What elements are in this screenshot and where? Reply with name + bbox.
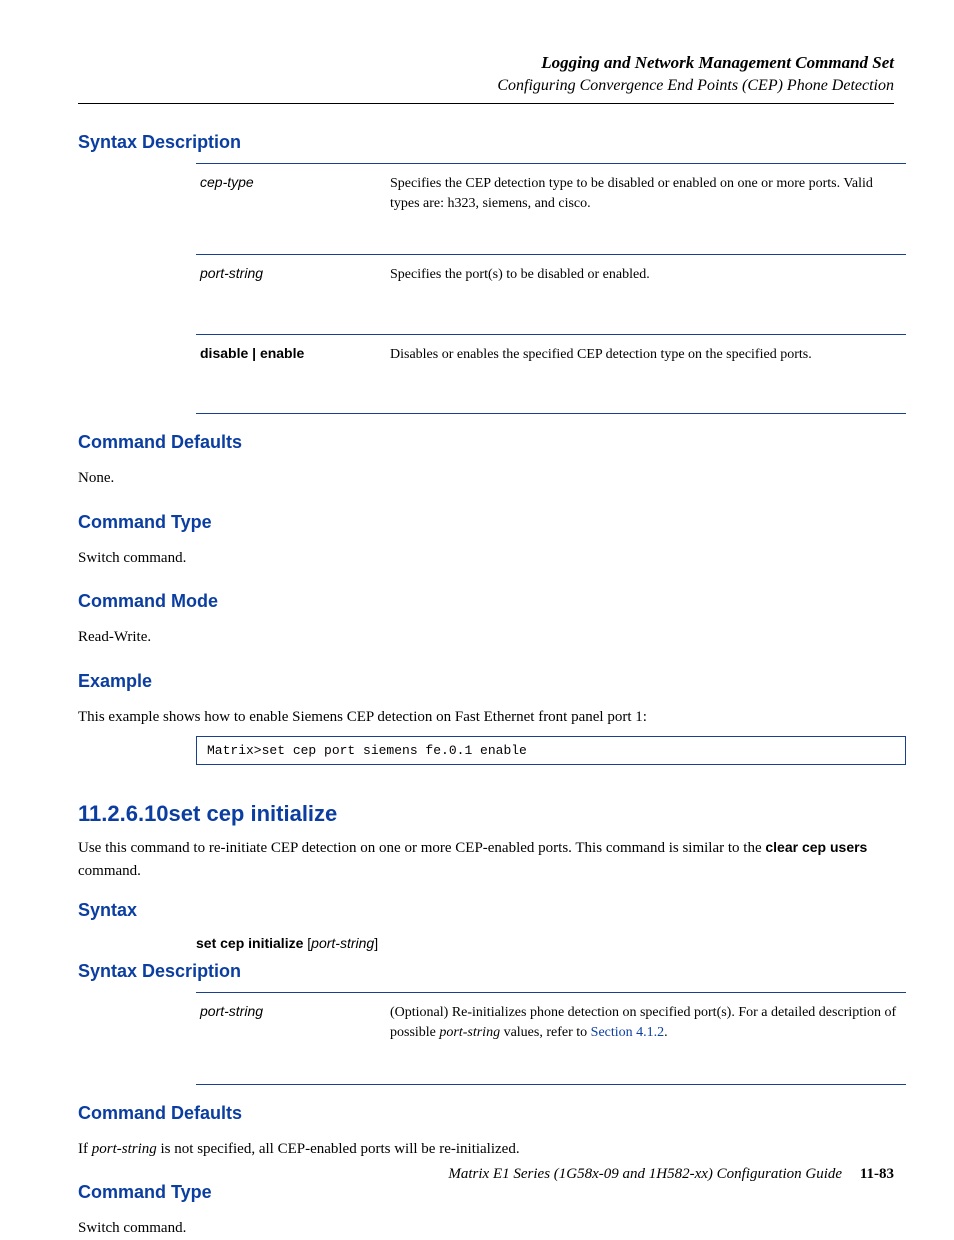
running-header: Logging and Network Management Command S…: [78, 52, 894, 97]
param-cell: disable | enable: [200, 345, 390, 373]
desc-cell: (Optional) Re-initializes phone detectio…: [390, 1003, 902, 1044]
header-rule: [78, 103, 894, 104]
command-type-title: Command Type: [78, 512, 894, 533]
page-number: 11-83: [860, 1166, 894, 1182]
command-type-text: Switch command.: [78, 547, 894, 570]
command-mode-title: Command Mode: [78, 591, 894, 612]
param-cell: port-string: [200, 1003, 390, 1044]
command-defaults2-title: Command Defaults: [78, 1103, 894, 1124]
table-row: port-string Specifies the port(s) to be …: [196, 254, 906, 334]
header-line-1: Logging and Network Management Command S…: [78, 52, 894, 75]
command-type2-title: Command Type: [78, 1182, 894, 1203]
syntax-description-table: cep-type Specifies the CEP detection typ…: [196, 163, 906, 415]
param-cell: port-string: [200, 265, 390, 294]
command-defaults2-text: If port-string is not specified, all CEP…: [78, 1138, 894, 1161]
desc-cell: Disables or enables the specified CEP de…: [390, 345, 902, 373]
table-row: disable | enable Disables or enables the…: [196, 334, 906, 414]
desc-cell: Specifies the port(s) to be disabled or …: [390, 265, 902, 294]
syntax-description2-table: port-string (Optional) Re-initializes ph…: [196, 992, 906, 1085]
table-row: port-string (Optional) Re-initializes ph…: [196, 992, 906, 1085]
param-cell: cep-type: [200, 174, 390, 215]
command-description: Use this command to re-initiate CEP dete…: [78, 837, 894, 882]
syntax-description-title: Syntax Description: [78, 132, 894, 153]
table-row: cep-type Specifies the CEP detection typ…: [196, 163, 906, 255]
command-defaults-text: None.: [78, 467, 894, 490]
footer-text: Matrix E1 Series (1G58x-09 and 1H582-xx)…: [448, 1166, 842, 1182]
syntax-description2-title: Syntax Description: [78, 961, 894, 982]
syntax-title: Syntax: [78, 900, 894, 921]
command-mode-text: Read-Write.: [78, 626, 894, 649]
section-number: 11.2.6.10: [78, 801, 169, 826]
example-title: Example: [78, 671, 894, 692]
command-defaults-title: Command Defaults: [78, 432, 894, 453]
desc-cell: Specifies the CEP detection type to be d…: [390, 174, 902, 215]
example-code: Matrix>set cep port siemens fe.0.1 enabl…: [196, 736, 906, 765]
syntax-line: set cep initialize [port-string]: [196, 935, 894, 951]
page-footer: Matrix E1 Series (1G58x-09 and 1H582-xx)…: [78, 1166, 894, 1183]
example-text: This example shows how to enable Siemens…: [78, 706, 894, 729]
command-type2-text: Switch command.: [78, 1217, 894, 1240]
section-name: set cep initialize: [169, 801, 338, 826]
command-heading: 11.2.6.10set cep initialize: [78, 801, 894, 827]
header-line-2: Configuring Convergence End Points (CEP)…: [78, 75, 894, 97]
